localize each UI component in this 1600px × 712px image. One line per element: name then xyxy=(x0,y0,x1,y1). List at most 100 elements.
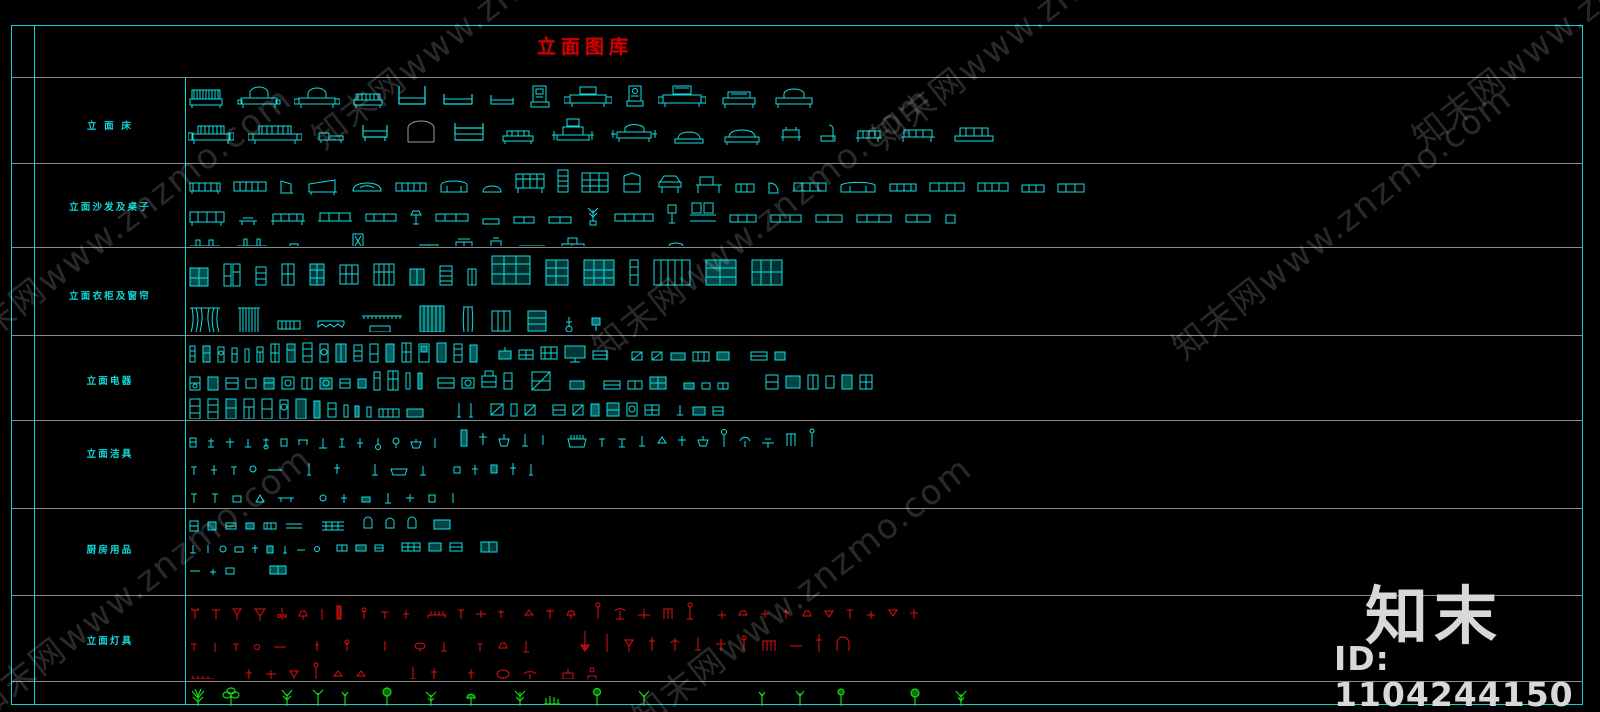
lamp-symbol xyxy=(264,665,278,679)
plant-symbol xyxy=(222,686,240,708)
appliance-symbol xyxy=(294,397,308,419)
lamp-symbol xyxy=(358,605,370,623)
kitchen-symbol xyxy=(335,540,349,556)
dining-set-symbol xyxy=(188,236,222,246)
appliance-symbol xyxy=(568,377,586,393)
faucet-symbol xyxy=(596,431,608,451)
lamp-symbol xyxy=(342,637,352,655)
lamp-symbol xyxy=(602,631,612,655)
symbol-cell-beds xyxy=(188,84,1578,159)
appliance-symbol xyxy=(806,371,820,393)
sanitary-symbol xyxy=(452,461,462,479)
shower-symbol xyxy=(458,427,470,451)
sofa-symbol xyxy=(838,178,878,196)
appliance-symbol xyxy=(301,341,314,365)
sofa-symbol xyxy=(364,209,398,227)
faucet-symbol xyxy=(519,429,531,451)
sanitary-symbol xyxy=(359,489,373,505)
ottoman-symbol xyxy=(480,182,504,196)
lamp-symbol xyxy=(210,639,220,655)
wardrobe-symbol xyxy=(544,258,570,288)
appliance-symbol xyxy=(669,347,687,365)
kitchen-symbol xyxy=(373,540,385,556)
symbol-row xyxy=(188,118,1578,146)
plant-symbol xyxy=(952,686,970,708)
lamp-symbol xyxy=(456,605,466,623)
symbol-cell-sofas xyxy=(188,168,1578,246)
bed-symbol xyxy=(772,88,816,110)
appliance-symbol xyxy=(673,401,687,419)
bed-symbol xyxy=(854,124,884,146)
grid-line-r4 xyxy=(11,335,1583,336)
row-label-lighting: 立面灯具 xyxy=(86,636,134,647)
lamp-symbol xyxy=(272,639,288,655)
plant-symbol xyxy=(908,686,922,708)
ottoman-symbol xyxy=(481,215,501,227)
appliance-symbol xyxy=(201,343,212,365)
plant-symbol xyxy=(834,686,848,708)
sofa-symbol xyxy=(434,209,470,227)
plant-symbol xyxy=(584,203,602,227)
appliance-symbol xyxy=(242,397,256,419)
bed-symbol xyxy=(672,128,706,146)
appliance-symbol xyxy=(278,397,290,419)
bed-symbol xyxy=(188,122,234,146)
lamp-symbol xyxy=(760,633,778,655)
appliance-symbol xyxy=(435,341,448,365)
symbol-row xyxy=(188,427,1578,451)
wardrobe-symbol xyxy=(652,258,692,288)
sink-symbol xyxy=(408,435,424,451)
lamp-symbol xyxy=(612,603,628,623)
appliance-symbol xyxy=(589,399,601,419)
appliance-symbol xyxy=(509,399,519,419)
bed-symbol xyxy=(658,84,706,110)
appliance-symbol xyxy=(682,379,696,393)
appliance-symbol xyxy=(571,399,585,419)
tieback-symbol xyxy=(590,314,602,332)
bed-symbol xyxy=(294,86,340,110)
appliance-symbol xyxy=(334,341,348,365)
lamp-symbol xyxy=(409,205,423,227)
appliance-symbol xyxy=(386,369,400,393)
kitchen-symbol xyxy=(218,542,228,556)
sofa-symbol xyxy=(188,178,222,196)
appliance-symbol xyxy=(480,369,498,393)
appliance-symbol xyxy=(840,371,854,393)
kitchen-symbol xyxy=(284,518,304,534)
lamp-symbol xyxy=(400,605,412,623)
sofa-symbol xyxy=(769,211,803,227)
appliance-symbol xyxy=(244,373,258,393)
appliance-symbol xyxy=(224,373,240,393)
bed-symbol xyxy=(404,120,438,146)
appliance-symbol xyxy=(691,401,707,419)
plant-symbol xyxy=(422,686,440,708)
shower-symbol xyxy=(718,427,730,451)
cabinet-symbol xyxy=(453,236,475,246)
armchair-symbol xyxy=(766,178,782,196)
appliance-symbol xyxy=(262,373,276,393)
symbol-row xyxy=(188,538,1578,556)
sanitary-symbol xyxy=(431,435,439,451)
appliance-symbol xyxy=(591,343,609,365)
lamp-symbol xyxy=(210,605,222,623)
kitchen-symbol xyxy=(188,542,198,556)
kitchen-symbol xyxy=(400,538,422,556)
sofa-symbol xyxy=(1020,180,1046,196)
appliance-symbol xyxy=(502,369,514,393)
sanitary-symbol xyxy=(403,489,417,505)
valance-symbol xyxy=(316,318,346,332)
lamp-symbol xyxy=(494,665,512,679)
lamp-symbol xyxy=(496,605,506,623)
sanitary-symbol xyxy=(760,429,776,451)
appliance-symbol xyxy=(416,369,424,393)
sideboard-symbol xyxy=(488,236,504,246)
appliance-symbol xyxy=(605,399,621,419)
appliance-symbol xyxy=(773,347,787,365)
appliance-symbol xyxy=(648,373,668,393)
curtain-symbol xyxy=(360,312,404,332)
faucet-symbol xyxy=(205,435,217,451)
kitchen-symbol xyxy=(224,564,236,578)
plant-symbol xyxy=(756,686,768,708)
wardrobe-symbol xyxy=(704,258,738,288)
kitchen-symbol xyxy=(188,518,200,534)
